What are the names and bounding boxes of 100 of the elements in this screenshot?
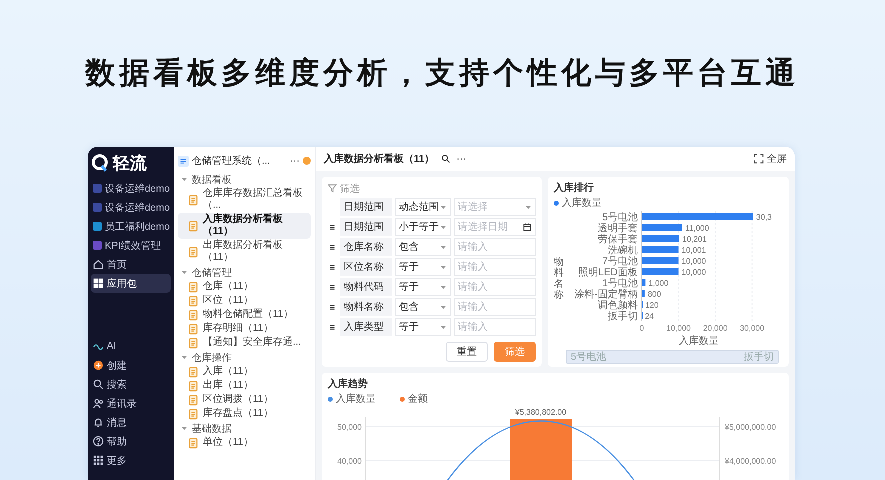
document-icon [188, 310, 199, 320]
nav-item[interactable]: 消息 [91, 413, 171, 432]
nav-item[interactable]: 通讯录 [91, 394, 171, 413]
tree-item[interactable]: 仓库库存数据汇总看板（... [178, 187, 311, 213]
value-label: 10,000 [682, 257, 706, 266]
document-icon [188, 220, 199, 232]
app-item[interactable]: 设备运维demo [91, 179, 171, 198]
caret-icon [440, 204, 447, 210]
axis-tick-label: 0 [640, 324, 644, 333]
caret-icon [440, 284, 447, 290]
operator-select[interactable]: 动态范围 [395, 198, 451, 216]
category-label: 透明手套 [598, 224, 638, 234]
app-icon [178, 156, 189, 166]
document-icon [188, 194, 199, 206]
app-item[interactable]: KPI绩效管理 [91, 236, 171, 255]
grid-icon [93, 278, 104, 289]
input-field[interactable]: 请输入 [454, 298, 536, 316]
operator-select[interactable]: 包含 [395, 298, 451, 316]
tree-item[interactable]: 物料仓储配置（11） [178, 308, 311, 322]
tree-item[interactable]: 库存明细（11） [178, 322, 311, 336]
grid-icon [93, 455, 104, 466]
tree-item[interactable]: 区位（11） [178, 294, 311, 308]
value-label: 120 [645, 301, 659, 310]
axis-tick-label: ¥5,000,000.00 [725, 423, 776, 432]
chart-title: 入库排行 [554, 181, 595, 195]
data-label: ¥5,380,802.00 [515, 408, 567, 417]
nav-item[interactable]: AI [91, 337, 171, 356]
headline: 数据看板多维度分析，支持个性化与多平台互通 [86, 56, 800, 92]
operator-select[interactable]: 等于 [395, 318, 451, 336]
document-icon [188, 408, 199, 420]
dashboard-title: 入库数据分析看板（11） [324, 152, 435, 166]
calendar-icon [523, 222, 532, 232]
value-label: 30,3 [756, 213, 772, 222]
fullscreen-button[interactable]: 全屏 [754, 152, 787, 166]
tree-item[interactable]: 出库数据分析看板（11） [178, 239, 311, 265]
tree-group[interactable]: 仓储管理 [178, 265, 311, 280]
input-field[interactable]: 请输入 [454, 238, 536, 256]
app-title: 仓储管理系统（... [192, 154, 272, 168]
bar [642, 258, 679, 264]
logo-icon [91, 154, 109, 172]
tree-group[interactable]: 数据看板 [178, 172, 311, 187]
help-icon [93, 436, 104, 447]
tree-item[interactable]: 【通知】安全库存通... [178, 336, 311, 350]
input-field[interactable]: 请输入 [454, 278, 536, 296]
legend-label: 金额 [408, 392, 428, 406]
expand-icon [754, 154, 764, 164]
bar [642, 268, 679, 276]
tree-group[interactable]: 基础数据 [178, 421, 311, 436]
tree-item[interactable]: 区位调拨（11） [178, 393, 311, 407]
operator-select[interactable]: 等于 [395, 258, 451, 276]
legend-label: 入库数量 [562, 196, 602, 210]
value-label: 10,000 [682, 268, 706, 277]
nav-item[interactable]: 应用包 [91, 274, 171, 293]
category-label: 洗碗机 [608, 246, 638, 256]
more-button[interactable]: ··· [290, 156, 300, 166]
value-label: 24 [645, 312, 654, 321]
category-label: 1号电池 [602, 278, 638, 290]
tree-item[interactable]: 出库（11） [178, 379, 311, 393]
nav-item[interactable]: 更多 [91, 451, 171, 470]
bar [642, 246, 679, 254]
category-label: 调色颜料 [598, 300, 638, 312]
tree-item[interactable]: 单位（11） [178, 436, 311, 450]
more-button[interactable]: ··· [456, 154, 467, 164]
axis-tick-label: 40,000 [338, 457, 362, 466]
app-item[interactable]: 员工福利demo [91, 217, 171, 236]
axis-tick-label: 10,000 [666, 324, 691, 333]
operator-select[interactable]: 包含 [395, 238, 451, 256]
search-icon [440, 154, 451, 164]
category-label: 涂料-固定臂柄 [574, 290, 638, 300]
category-label: 扳手切 [608, 312, 638, 322]
tree-item[interactable]: 入库（11） [178, 365, 311, 379]
operator-select[interactable]: 等于 [395, 278, 451, 296]
axis-tick-label: 50,000 [338, 423, 362, 432]
nav-item[interactable]: 首页 [91, 255, 171, 274]
value-label: 1,000 [648, 279, 669, 288]
value-label: 11,000 [685, 224, 710, 233]
nav-item[interactable]: 创建 [91, 356, 171, 375]
tree-item[interactable]: 仓库（11） [178, 280, 311, 294]
bell-icon [93, 417, 104, 428]
reset-button[interactable]: 重置 [446, 342, 488, 362]
app-item[interactable]: 设备运维demo [91, 198, 171, 217]
operator-select[interactable]: 小于等于 [395, 218, 451, 236]
chart-title: 入库趋势 [328, 377, 369, 391]
input-field[interactable]: 请输入 [454, 318, 536, 336]
home-icon [93, 259, 104, 270]
field-name: 日期范围 [340, 218, 392, 236]
category-label: 7号电池 [602, 256, 638, 268]
tree-item[interactable]: 库存盘点（11） [178, 407, 311, 421]
document-icon [188, 296, 199, 306]
tree-group[interactable]: 仓库操作 [178, 350, 311, 365]
input-field[interactable]: 请输入 [454, 258, 536, 276]
legend-label: 入库数量 [336, 392, 376, 406]
tree-item[interactable]: 入库数据分析看板（11） [178, 213, 311, 239]
nav-item[interactable]: 帮助 [91, 432, 171, 451]
value-label: 10,201 [682, 235, 707, 244]
funnel-icon [328, 184, 337, 193]
axis-title: 入库数量 [679, 336, 719, 347]
plus-icon [93, 360, 104, 371]
axis-tick-label: ¥4,000,000.00 [725, 457, 776, 466]
nav-item[interactable]: 搜索 [91, 375, 171, 394]
